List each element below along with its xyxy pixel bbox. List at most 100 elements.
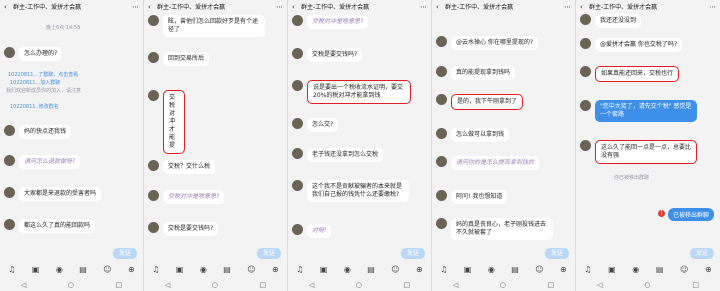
emoji-icon[interactable]: ☺ <box>391 265 399 274</box>
more-icon[interactable]: ⋯ <box>709 3 716 11</box>
message-bubble[interactable]: 眩，曾他们怎么回款好歹是有个途径了 <box>163 15 265 37</box>
highlighted-message[interactable]: 这么久了能回一点是一点，总要比没有强 <box>595 140 697 164</box>
message-bubble[interactable]: 交税？交什么税 <box>163 160 216 174</box>
nav-recent-icon[interactable]: □ <box>548 281 555 289</box>
avatar[interactable] <box>4 125 15 136</box>
input-bar[interactable]: 发送 <box>0 247 143 261</box>
camera-icon[interactable]: ◉ <box>56 265 63 274</box>
more-icon[interactable]: ⋯ <box>420 3 427 11</box>
highlighted-message[interactable]: 如果真能还回来，交税也行 <box>595 66 680 82</box>
file-icon[interactable]: ▤ <box>223 265 231 274</box>
avatar[interactable] <box>580 14 591 25</box>
avatar[interactable] <box>148 15 159 26</box>
camera-icon[interactable]: ◉ <box>200 265 207 274</box>
removed-notice[interactable]: 已被移出群聊 <box>668 208 715 221</box>
message-bubble[interactable]: 真的能提现拿到钱吗 <box>451 66 516 80</box>
avatar[interactable] <box>580 38 591 49</box>
camera-icon[interactable]: ◉ <box>344 265 351 274</box>
avatar[interactable] <box>148 190 159 201</box>
back-icon[interactable]: ‹ <box>580 3 586 11</box>
plus-icon[interactable]: ⊕ <box>416 265 423 274</box>
avatar[interactable] <box>148 52 159 63</box>
more-icon[interactable]: ⋯ <box>276 3 283 11</box>
avatar[interactable] <box>580 100 591 111</box>
message-bubble[interactable]: 都这么久了真的能回款吗 <box>19 219 96 233</box>
message-bubble[interactable]: 回到交易所后 <box>163 52 210 66</box>
send-button[interactable]: 发送 <box>690 248 714 259</box>
message-bubble[interactable]: @云水禅心 你在哪里提现的? <box>451 36 539 50</box>
send-button[interactable]: 发送 <box>545 248 569 259</box>
nav-back-icon[interactable]: ◁ <box>597 281 602 289</box>
input-bar[interactable]: 发送 <box>576 247 720 261</box>
sticker-message[interactable]: 交税对冲是啥意思? <box>163 190 225 204</box>
back-icon[interactable]: ‹ <box>4 3 10 11</box>
input-bar[interactable]: 发送 <box>288 247 431 261</box>
nav-back-icon[interactable]: ◁ <box>165 281 170 289</box>
back-icon[interactable]: ‹ <box>436 3 442 11</box>
plus-icon[interactable]: ⊕ <box>560 265 567 274</box>
avatar[interactable] <box>580 66 591 77</box>
message-bubble[interactable]: 大家都是来退款的受害者吗 <box>19 187 102 201</box>
avatar[interactable] <box>148 222 159 233</box>
voice-icon[interactable]: ♫ <box>440 265 447 274</box>
avatar[interactable] <box>292 118 303 129</box>
nav-home-icon[interactable]: ○ <box>68 281 74 289</box>
message-bubble[interactable]: 交税是要交钱吗? <box>163 222 219 236</box>
more-icon[interactable]: ⋯ <box>132 3 139 11</box>
avatar[interactable] <box>436 66 447 77</box>
message-bubble[interactable]: 怎么交? <box>307 118 339 132</box>
nav-recent-icon[interactable]: □ <box>116 281 123 289</box>
system-notice[interactable]: 10220811...加入群聊 <box>10 79 60 86</box>
input-bar[interactable]: 发送 <box>432 247 575 261</box>
nav-back-icon[interactable]: ◁ <box>21 281 26 289</box>
avatar[interactable] <box>436 36 447 47</box>
message-bubble[interactable]: 妈的真是丧良心，老子刚投钱进去不久就被套了 <box>451 218 553 240</box>
image-icon[interactable]: ▣ <box>320 265 328 274</box>
send-button[interactable]: 发送 <box>401 248 425 259</box>
message-bubble[interactable]: "您中大奖了，请先交个税" 感觉是一个套路 <box>595 100 697 122</box>
avatar[interactable] <box>436 128 447 139</box>
avatar[interactable] <box>292 180 303 191</box>
file-icon[interactable]: ▤ <box>511 265 519 274</box>
nav-back-icon[interactable]: ◁ <box>453 281 458 289</box>
image-icon[interactable]: ▣ <box>464 265 472 274</box>
avatar[interactable] <box>292 224 303 235</box>
plus-icon[interactable]: ⊕ <box>705 265 712 274</box>
avatar[interactable] <box>4 219 15 230</box>
avatar[interactable] <box>292 80 303 91</box>
highlighted-message[interactable]: 是的，我下午刚拿到了 <box>451 94 524 110</box>
avatar[interactable] <box>436 94 447 105</box>
plus-icon[interactable]: ⊕ <box>272 265 279 274</box>
message-bubble[interactable]: 怎么办理的? <box>19 47 63 61</box>
avatar[interactable] <box>148 160 159 171</box>
avatar[interactable] <box>4 47 15 58</box>
nav-recent-icon[interactable]: □ <box>260 281 267 289</box>
avatar[interactable] <box>292 15 303 26</box>
send-button[interactable]: 发送 <box>113 248 137 259</box>
nav-home-icon[interactable]: ○ <box>356 281 362 289</box>
image-icon[interactable]: ▣ <box>176 265 184 274</box>
message-bubble[interactable]: 这个我不是贡献被骗者的本来就是我们自己报的钱凭什么还要缴税? <box>307 180 409 202</box>
nav-recent-icon[interactable]: □ <box>692 281 699 289</box>
avatar[interactable] <box>436 156 447 167</box>
message-bubble[interactable]: 我还还没没到 <box>595 14 642 28</box>
file-icon[interactable]: ▤ <box>656 265 664 274</box>
nav-recent-icon[interactable]: □ <box>404 281 411 289</box>
avatar[interactable] <box>436 218 447 229</box>
highlighted-message[interactable]: 交税 对冲 才能提 <box>163 90 185 154</box>
nav-home-icon[interactable]: ○ <box>644 281 650 289</box>
camera-icon[interactable]: ◉ <box>488 265 495 274</box>
avatar[interactable] <box>292 148 303 159</box>
voice-icon[interactable]: ♫ <box>584 265 591 274</box>
avatar[interactable] <box>292 48 303 59</box>
message-bubble[interactable]: 怎么做可以拿到钱 <box>451 128 510 142</box>
message-bubble[interactable]: 交税是要交钱吗? <box>307 48 363 62</box>
input-bar[interactable]: 发送 <box>144 247 287 261</box>
voice-icon[interactable]: ♫ <box>8 265 15 274</box>
avatar[interactable] <box>436 190 447 201</box>
nav-home-icon[interactable]: ○ <box>500 281 506 289</box>
file-icon[interactable]: ▤ <box>367 265 375 274</box>
emoji-icon[interactable]: ☺ <box>103 265 111 274</box>
avatar[interactable] <box>4 187 15 198</box>
sticker-message[interactable]: 对呀! <box>307 224 332 238</box>
